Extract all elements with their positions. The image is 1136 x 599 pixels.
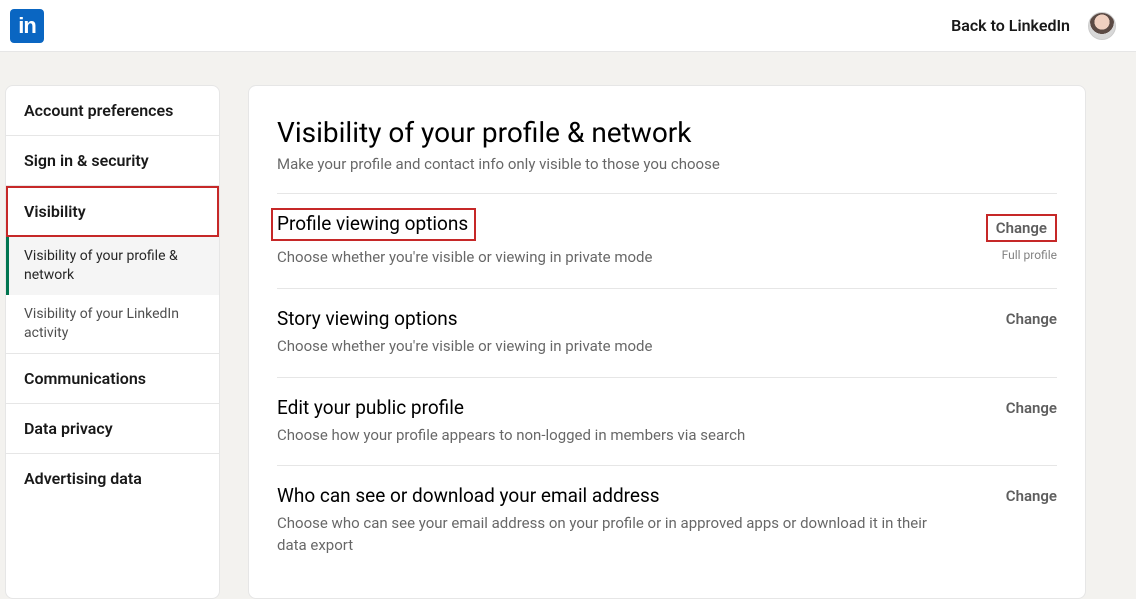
sidebar-sub-visibility-linkedin-activity[interactable]: Visibility of your LinkedIn activity bbox=[6, 295, 219, 353]
setting-left: Edit your public profile Choose how your… bbox=[277, 396, 967, 447]
setting-left: Profile viewing options Choose whether y… bbox=[277, 212, 967, 269]
setting-right: Change bbox=[967, 307, 1057, 328]
sidebar-item-account-preferences[interactable]: Account preferences bbox=[6, 86, 219, 136]
setting-right: Change bbox=[967, 396, 1057, 417]
main-layout: Account preferences Sign in & security V… bbox=[0, 52, 1136, 599]
page-title: Visibility of your profile & network bbox=[277, 116, 1057, 149]
change-link-story-viewing[interactable]: Change bbox=[1006, 310, 1057, 328]
sidebar-sub-group: Visibility of your profile & network Vis… bbox=[6, 237, 219, 354]
page-subtitle: Make your profile and contact info only … bbox=[277, 155, 1057, 173]
setting-right: Change bbox=[967, 484, 1057, 505]
setting-desc: Choose whether you're visible or viewing… bbox=[277, 247, 947, 269]
back-to-linkedin-link[interactable]: Back to LinkedIn bbox=[951, 16, 1070, 35]
status-text: Full profile bbox=[967, 248, 1057, 262]
setting-title-public-profile: Edit your public profile bbox=[277, 396, 464, 419]
setting-desc: Choose who can see your email address on… bbox=[277, 513, 947, 557]
sidebar-item-sign-in-security[interactable]: Sign in & security bbox=[6, 136, 219, 186]
setting-right: Change Full profile bbox=[967, 212, 1057, 262]
sidebar-sub-visibility-profile-network[interactable]: Visibility of your profile & network bbox=[6, 237, 219, 295]
sidebar: Account preferences Sign in & security V… bbox=[5, 85, 220, 599]
setting-title-email-visibility: Who can see or download your email addre… bbox=[277, 484, 660, 507]
change-link-email-visibility[interactable]: Change bbox=[1006, 487, 1057, 505]
sidebar-item-data-privacy[interactable]: Data privacy bbox=[6, 404, 219, 454]
setting-desc: Choose whether you're visible or viewing… bbox=[277, 336, 947, 358]
top-header: in Back to LinkedIn bbox=[0, 0, 1136, 52]
sidebar-item-communications[interactable]: Communications bbox=[6, 354, 219, 404]
sidebar-item-visibility[interactable]: Visibility bbox=[6, 186, 219, 237]
main-panel: Visibility of your profile & network Mak… bbox=[248, 85, 1086, 599]
linkedin-logo-icon[interactable]: in bbox=[10, 9, 44, 43]
setting-row-story-viewing[interactable]: Story viewing options Choose whether you… bbox=[277, 288, 1057, 377]
setting-title-profile-viewing: Profile viewing options bbox=[271, 208, 476, 241]
setting-row-profile-viewing[interactable]: Profile viewing options Choose whether y… bbox=[277, 193, 1057, 288]
setting-row-public-profile[interactable]: Edit your public profile Choose how your… bbox=[277, 377, 1057, 466]
change-link-profile-viewing[interactable]: Change bbox=[986, 214, 1057, 242]
setting-left: Story viewing options Choose whether you… bbox=[277, 307, 967, 358]
header-right: Back to LinkedIn bbox=[951, 12, 1116, 40]
avatar[interactable] bbox=[1088, 12, 1116, 40]
setting-title-story-viewing: Story viewing options bbox=[277, 307, 458, 330]
setting-desc: Choose how your profile appears to non-l… bbox=[277, 425, 947, 447]
setting-left: Who can see or download your email addre… bbox=[277, 484, 967, 557]
change-link-public-profile[interactable]: Change bbox=[1006, 399, 1057, 417]
setting-row-email-visibility[interactable]: Who can see or download your email addre… bbox=[277, 465, 1057, 576]
sidebar-item-advertising-data[interactable]: Advertising data bbox=[6, 454, 219, 503]
